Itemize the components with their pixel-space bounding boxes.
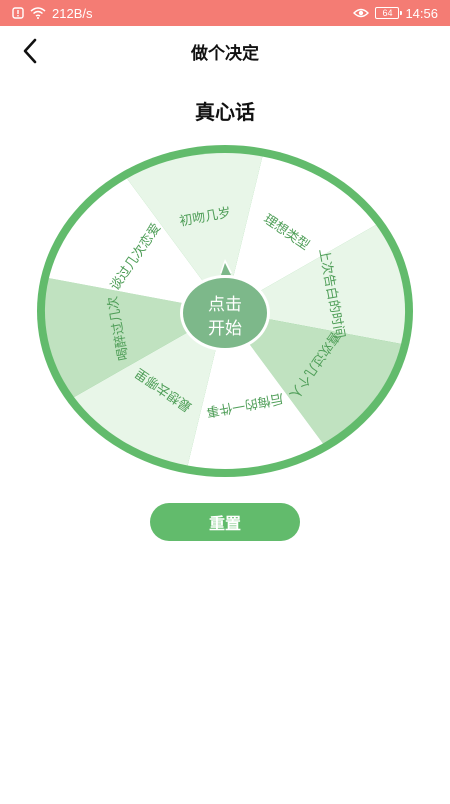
start-label-line1: 点击 — [208, 295, 242, 315]
wheel-area: 理想类型 上次告白的时间 喜欢过几个人 后悔的一件事 最想去哪里 喝醉过几次 谈过几次恋爱初… — [0, 0, 450, 800]
start-label-line2: 开始 — [208, 319, 242, 339]
start-button[interactable]: 点击 开始 — [180, 282, 270, 352]
reset-button[interactable]: 重置 — [150, 503, 300, 541]
decision-wheel[interactable]: 理想类型上次告白的时间喜欢过几个人后悔的一件事最想去哪里喝醉过几次谈过几次恋爱初… — [0, 0, 450, 800]
